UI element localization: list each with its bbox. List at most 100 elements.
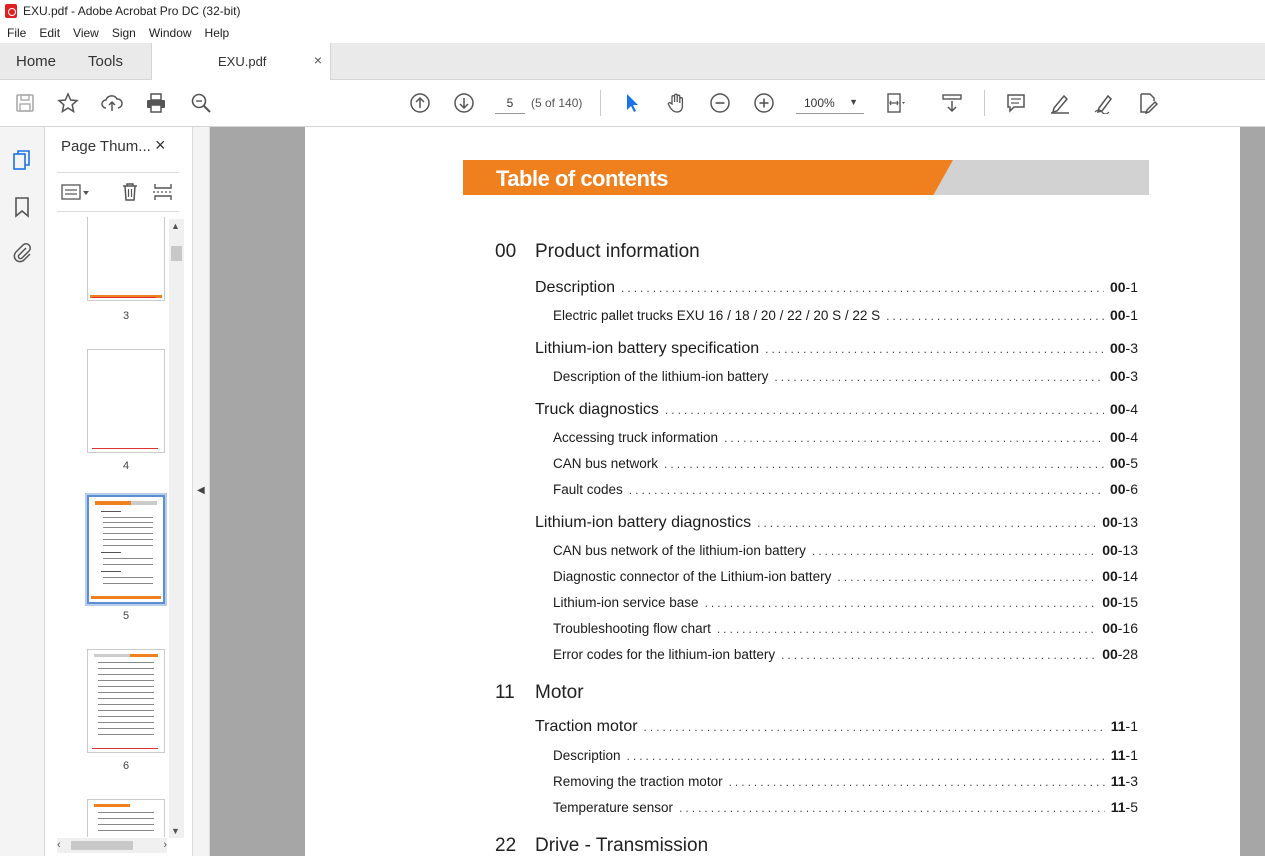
menu-bar: File Edit View Sign Window Help bbox=[0, 22, 1265, 43]
thumbnail-text-line bbox=[103, 558, 153, 559]
toc-entry[interactable]: Description.............................… bbox=[553, 747, 1138, 763]
thumbnail-horizontal-scrollbar[interactable]: ‹ › bbox=[57, 838, 167, 853]
select-cursor-icon[interactable] bbox=[620, 91, 644, 115]
menu-edit[interactable]: Edit bbox=[32, 26, 66, 40]
toc-entry[interactable]: Lithium-ion service base................… bbox=[553, 594, 1138, 610]
menu-help[interactable]: Help bbox=[198, 26, 236, 40]
toc-leader-dots: ........................................… bbox=[679, 801, 1105, 815]
page-thumbnail[interactable] bbox=[87, 349, 165, 453]
page-thumbnail[interactable] bbox=[87, 799, 165, 837]
scroll-left-icon[interactable]: ‹ bbox=[57, 839, 61, 851]
bookmark-icon[interactable] bbox=[10, 195, 34, 219]
thumbnail-text-line bbox=[98, 662, 154, 663]
sign-pen-icon[interactable] bbox=[1092, 91, 1116, 115]
toolbar: (5 of 140) 100% ▼ bbox=[0, 80, 1265, 127]
scroll-right-icon[interactable]: › bbox=[163, 839, 167, 851]
thumbnail-text-line bbox=[103, 539, 153, 540]
toc-entry[interactable]: CAN bus network.........................… bbox=[553, 455, 1138, 471]
zoom-level-dropdown[interactable]: 100% ▼ bbox=[796, 92, 864, 114]
thumbnail-footer-bar bbox=[91, 596, 161, 599]
toc-entry-page: 00-28 bbox=[1096, 646, 1138, 662]
options-menu-icon[interactable] bbox=[61, 183, 91, 206]
toc-entry[interactable]: Description.............................… bbox=[535, 279, 1138, 297]
menu-file[interactable]: File bbox=[0, 26, 32, 40]
menu-window[interactable]: Window bbox=[142, 26, 198, 40]
save-icon[interactable] bbox=[13, 91, 37, 115]
toc-chapter-number: 11 bbox=[1110, 799, 1126, 815]
thumbnail-text-line bbox=[98, 698, 154, 699]
page-thumbnail[interactable] bbox=[87, 217, 165, 301]
toc-entry[interactable]: Troubleshooting flow chart..............… bbox=[553, 620, 1138, 636]
menu-sign[interactable]: Sign bbox=[105, 26, 142, 40]
toc-entry-title: Traction motor bbox=[535, 718, 638, 735]
tab-tools[interactable]: Tools bbox=[88, 53, 123, 70]
toc-entry[interactable]: Fault codes.............................… bbox=[553, 481, 1138, 497]
thumbnail-banner-grey bbox=[94, 654, 130, 657]
scrollbar-thumb[interactable] bbox=[71, 841, 133, 850]
toc-entry[interactable]: Truck diagnostics.......................… bbox=[535, 401, 1138, 419]
toc-page-suffix: -1 bbox=[1125, 747, 1138, 763]
toc-page-suffix: -3 bbox=[1125, 340, 1138, 356]
thumbnail-text-line bbox=[101, 511, 121, 512]
page-number-input[interactable] bbox=[495, 92, 525, 114]
toc-entry-page: 11-1 bbox=[1105, 718, 1138, 734]
panel-close-icon[interactable]: × bbox=[155, 135, 166, 156]
toc-entry[interactable]: Traction motor..........................… bbox=[535, 718, 1138, 736]
attachment-icon[interactable] bbox=[10, 240, 34, 264]
toc-entry[interactable]: Electric pallet trucks EXU 16 / 18 / 20 … bbox=[553, 307, 1138, 323]
edit-pdf-icon[interactable] bbox=[1136, 91, 1160, 115]
toc-chapter-number: 00 bbox=[1109, 307, 1126, 323]
menu-view[interactable]: View bbox=[66, 26, 105, 40]
scroll-mode-icon[interactable] bbox=[940, 91, 964, 115]
toc-title: Table of contents bbox=[496, 166, 669, 191]
toc-entry[interactable]: Lithium-ion battery specification.......… bbox=[535, 340, 1138, 358]
scroll-down-icon[interactable]: ▼ bbox=[171, 826, 180, 836]
next-page-icon[interactable] bbox=[452, 91, 476, 115]
split-page-icon[interactable] bbox=[153, 182, 173, 207]
toc-entry[interactable]: Removing the traction motor.............… bbox=[553, 773, 1138, 789]
section-title: Motor bbox=[535, 682, 584, 703]
delete-page-icon[interactable] bbox=[120, 182, 140, 207]
toc-page-suffix: -5 bbox=[1125, 455, 1138, 471]
document-viewport[interactable]: Table of contents 00 Product information … bbox=[210, 127, 1265, 856]
document-page: Table of contents 00 Product information … bbox=[305, 127, 1240, 856]
toc-entry[interactable]: CAN bus network of the lithium-ion batte… bbox=[553, 542, 1138, 558]
toc-chapter-number: 00 bbox=[1109, 481, 1126, 497]
highlight-pen-icon[interactable] bbox=[1048, 91, 1072, 115]
thumbnail-vertical-scrollbar[interactable]: ▲ ▼ bbox=[169, 219, 184, 838]
previous-page-icon[interactable] bbox=[408, 91, 432, 115]
toc-entry[interactable]: Description of the lithium-ion battery..… bbox=[553, 368, 1138, 384]
scrollbar-thumb[interactable] bbox=[171, 246, 182, 261]
collapse-panel-icon[interactable]: ◀ bbox=[197, 485, 205, 496]
toc-entry[interactable]: Accessing truck information.............… bbox=[553, 429, 1138, 445]
comment-icon[interactable] bbox=[1004, 91, 1028, 115]
zoom-search-icon[interactable] bbox=[189, 91, 213, 115]
toolbar-divider bbox=[600, 90, 601, 116]
toc-entry[interactable]: Error codes for the lithium-ion battery.… bbox=[553, 646, 1138, 662]
toc-entry[interactable]: Diagnostic connector of the Lithium-ion … bbox=[553, 568, 1138, 584]
toc-entry-title: Electric pallet trucks EXU 16 / 18 / 20 … bbox=[553, 308, 881, 323]
upload-cloud-icon[interactable] bbox=[100, 91, 124, 115]
star-icon[interactable] bbox=[56, 91, 80, 115]
print-icon[interactable] bbox=[144, 91, 168, 115]
toc-entry[interactable]: Temperature sensor......................… bbox=[553, 799, 1138, 815]
toc-page-suffix: -28 bbox=[1117, 646, 1138, 662]
toc-entry[interactable]: Lithium-ion battery diagnostics.........… bbox=[535, 514, 1138, 532]
toc-leader-dots: ........................................… bbox=[628, 483, 1104, 497]
page-thumbnails-icon[interactable] bbox=[10, 148, 34, 172]
tab-home[interactable]: Home bbox=[16, 53, 56, 70]
scroll-up-icon[interactable]: ▲ bbox=[171, 221, 180, 231]
page-fit-icon[interactable] bbox=[884, 91, 908, 115]
zoom-in-icon[interactable] bbox=[752, 91, 776, 115]
section-number: 11 bbox=[495, 682, 515, 703]
toc-entry-title: Description bbox=[535, 279, 616, 296]
tab-document-label: EXU.pdf bbox=[218, 54, 267, 69]
page-thumbnail[interactable] bbox=[87, 649, 165, 753]
page-thumbnail-selected[interactable] bbox=[85, 493, 167, 606]
tab-close-icon[interactable]: × bbox=[314, 52, 322, 68]
toc-chapter-number: 00 bbox=[1102, 646, 1118, 662]
zoom-out-icon[interactable] bbox=[708, 91, 732, 115]
hand-tool-icon[interactable] bbox=[664, 91, 688, 115]
tab-document[interactable]: EXU.pdf × bbox=[151, 43, 331, 80]
panel-splitter[interactable]: ◀ bbox=[192, 127, 210, 856]
